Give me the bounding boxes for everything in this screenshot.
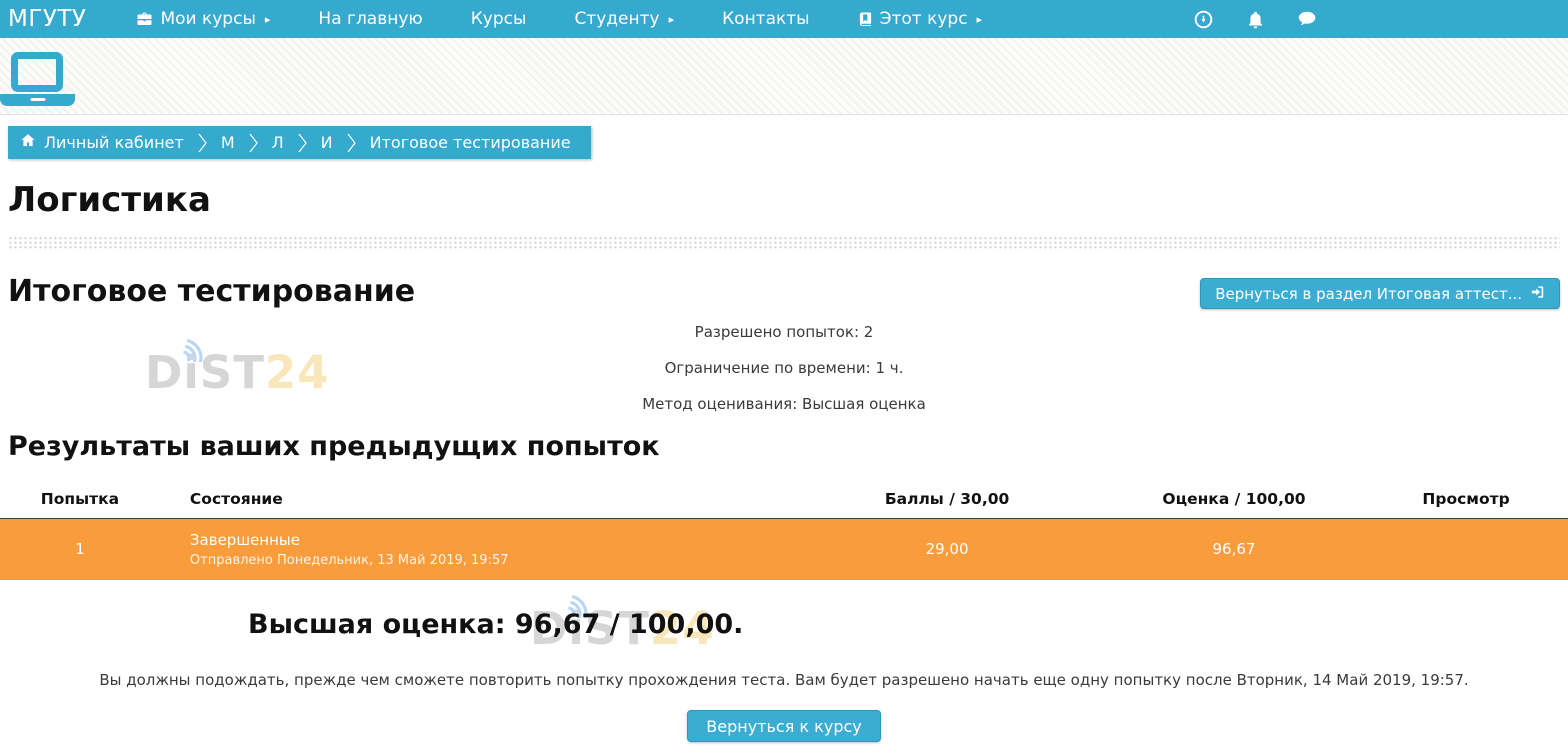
cell-review: [1364, 518, 1568, 580]
header-marks: Баллы / 30,00: [790, 480, 1104, 518]
nav-item-label: Этот курс: [880, 9, 968, 29]
caret-icon: ▸: [977, 14, 983, 25]
nav-item-label: Мои курсы: [160, 9, 255, 29]
cell-attempt-number: 1: [0, 518, 160, 580]
caret-icon: ▸: [669, 14, 675, 25]
chat-icon[interactable]: [1296, 8, 1318, 30]
results-heading: Результаты ваших предыдущих попыток: [8, 431, 1560, 462]
breadcrumb-item[interactable]: И: [321, 133, 333, 152]
nav-item-label: Контакты: [722, 9, 810, 29]
chevron-right-icon: [197, 131, 208, 155]
breadcrumb-item[interactable]: Л: [272, 133, 284, 152]
table-header-row: Попытка Состояние Баллы / 30,00 Оценка /…: [0, 480, 1568, 518]
briefcase-icon: [136, 11, 153, 27]
nav-item-my-courses[interactable]: Мои курсы ▸: [112, 9, 294, 29]
home-icon: [20, 133, 36, 152]
nav-item-contacts[interactable]: Контакты: [698, 9, 834, 29]
caret-icon: ▸: [265, 14, 271, 25]
breadcrumb-label: Итоговое тестирование: [370, 133, 571, 152]
dist24-watermark: DiST24: [145, 346, 330, 399]
course-title: Логистика: [8, 180, 1560, 220]
table-row: 1 Завершенные Отправлено Понедельник, 13…: [0, 518, 1568, 580]
nav-item-label: Курсы: [471, 9, 527, 29]
header-state: Состояние: [160, 480, 790, 518]
attempts-allowed-text: Разрешено попыток: 2: [8, 323, 1560, 341]
brand-logo[interactable]: МГУТУ: [0, 6, 96, 32]
wait-message: Вы должны подождать, прежде чем сможете …: [8, 671, 1560, 689]
book-icon: [858, 11, 873, 27]
nav-item-courses[interactable]: Курсы: [447, 9, 551, 29]
sign-in-icon: [1530, 285, 1545, 303]
header-review: Просмотр: [1364, 480, 1568, 518]
nav-item-student[interactable]: Студенту ▸: [550, 9, 698, 29]
return-to-course-button[interactable]: Вернуться к курсу: [687, 710, 880, 742]
header-grade: Оценка / 100,00: [1104, 480, 1364, 518]
wifi-arcs-icon: [175, 332, 217, 362]
breadcrumb-label: М: [221, 133, 235, 152]
breadcrumb-label: Личный кабинет: [44, 133, 184, 152]
button-label: Вернуться к курсу: [706, 717, 861, 736]
chevron-right-icon: [346, 131, 357, 155]
nav-menu: Мои курсы ▸ На главную Курсы Студенту ▸ …: [112, 9, 1006, 29]
return-to-section-button[interactable]: Вернуться в раздел Итоговая аттест...: [1200, 278, 1560, 309]
arrow-circle-down-icon[interactable]: [1192, 8, 1214, 30]
best-grade-text: Высшая оценка: 96,67 / 100,00.: [248, 609, 1560, 640]
breadcrumb-current[interactable]: Итоговое тестирование: [370, 133, 571, 152]
quiz-title: Итоговое тестирование: [8, 274, 415, 309]
chevron-right-icon: [297, 131, 308, 155]
header-attempt: Попытка: [0, 480, 160, 518]
nav-item-this-course[interactable]: Этот курс ▸: [834, 9, 1006, 29]
breadcrumb-label: Л: [272, 133, 284, 152]
bell-icon[interactable]: [1244, 8, 1266, 30]
watermark-text-yellow: 24: [265, 346, 330, 399]
state-detail-text: Отправлено Понедельник, 13 Май 2019, 19:…: [190, 553, 790, 568]
breadcrumb: Личный кабинет М Л И Итоговое тестирован…: [8, 126, 591, 159]
state-text: Завершенные: [190, 531, 790, 549]
breadcrumb-dashboard[interactable]: Личный кабинет: [20, 133, 184, 152]
laptop-logo-icon[interactable]: [0, 52, 75, 106]
nav-item-home[interactable]: На главную: [294, 9, 446, 29]
button-label: Вернуться в раздел Итоговая аттест...: [1215, 285, 1522, 303]
header-banner: [0, 38, 1568, 115]
breadcrumb-item[interactable]: М: [221, 133, 235, 152]
navbar-right-icons: [1192, 0, 1318, 38]
nav-item-label: На главную: [318, 9, 422, 29]
top-navbar: МГУТУ Мои курсы ▸ На главную Курсы Студе…: [0, 0, 1568, 38]
chevron-right-icon: [248, 131, 259, 155]
dotted-divider: [8, 236, 1560, 249]
cell-grade: 96,67: [1104, 518, 1364, 580]
attempts-table: Попытка Состояние Баллы / 30,00 Оценка /…: [0, 480, 1568, 580]
nav-item-label: Студенту: [574, 9, 659, 29]
cell-state: Завершенные Отправлено Понедельник, 13 М…: [160, 518, 790, 580]
cell-marks: 29,00: [790, 518, 1104, 580]
breadcrumb-label: И: [321, 133, 333, 152]
